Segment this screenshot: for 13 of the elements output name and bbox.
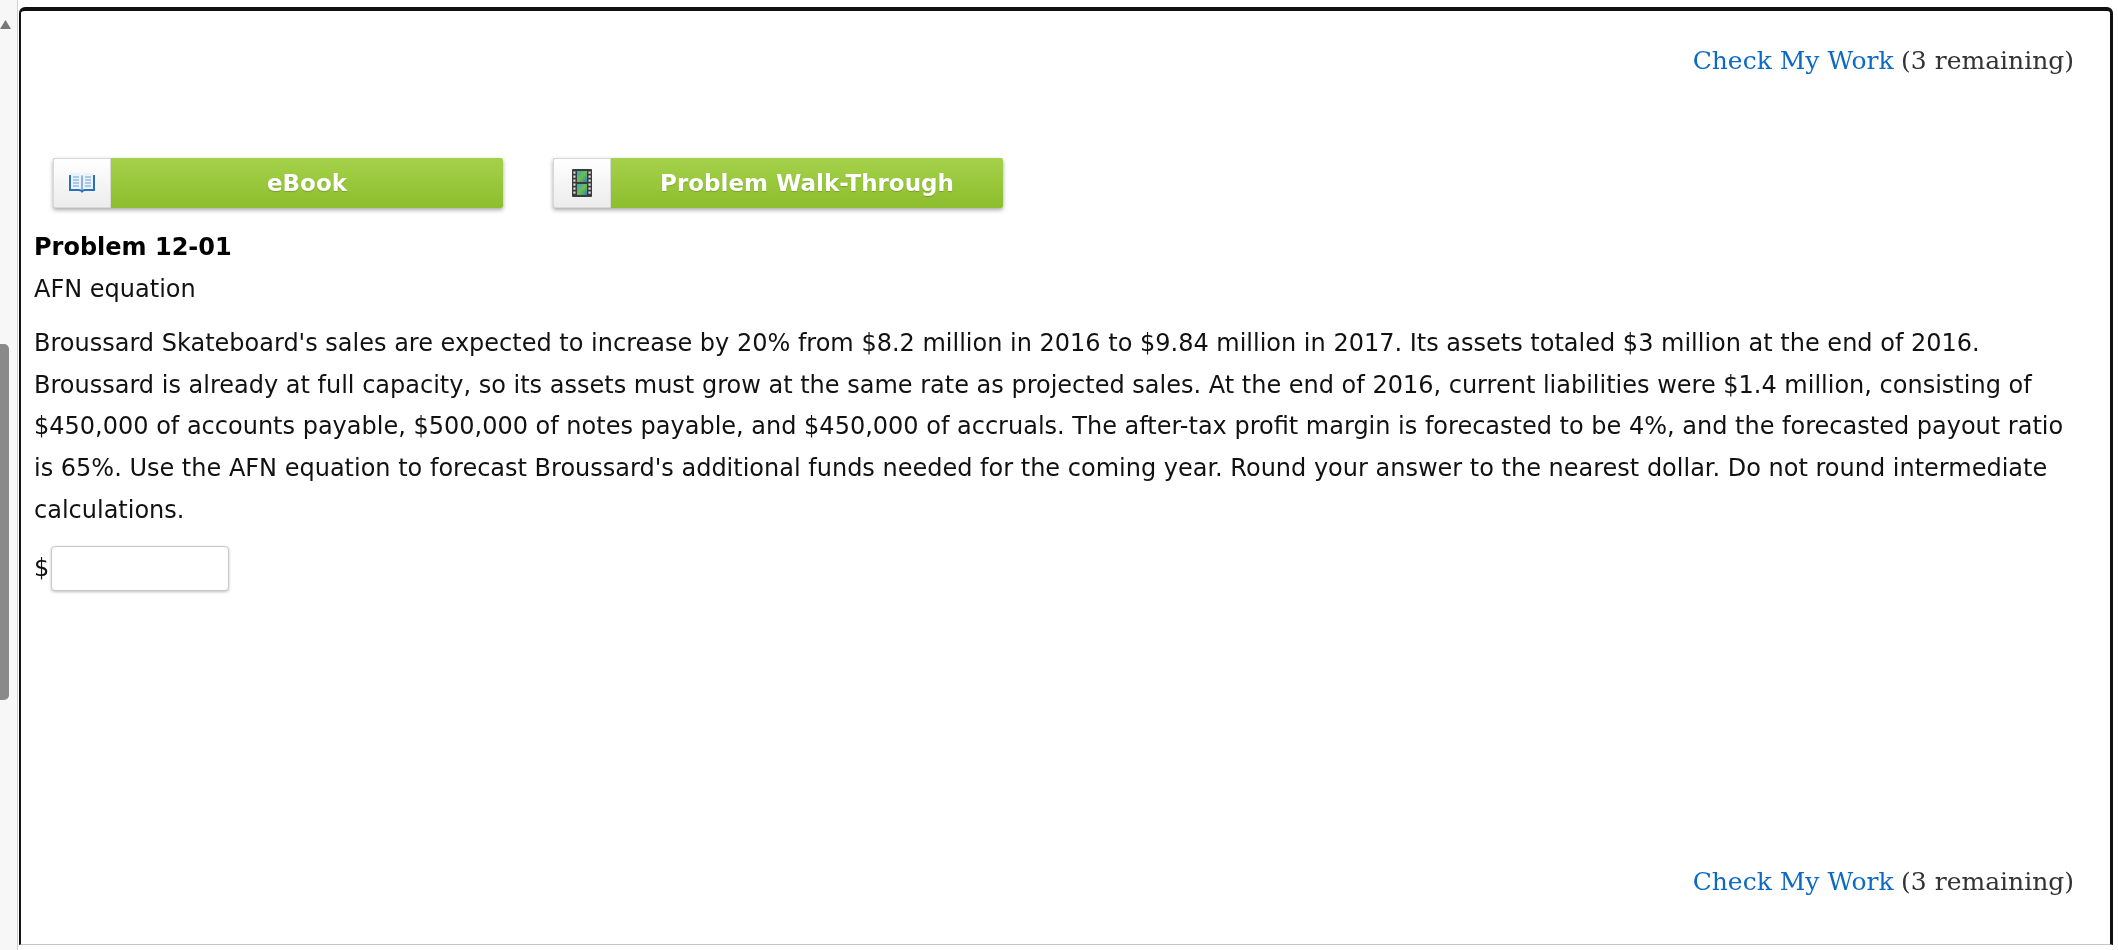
problem-text: Broussard Skateboard's sales are expected to increase by 20% from $8.2 million in 2016 to $9.84 million in 2017. Its assets totaled $3 million at the end of 2016. Broussard is already at full capacity, so its assets must grow at the same rate as projected sales. At the end of 2016, current liabilities were $1.4 million, consisting of $450,000 of accounts payable, $500,000 of notes payable, and $450,000 of accruals. The after-tax profit margin is forecasted to be 4%, and the forecasted payout ratio is 65%. Use the AFN equation to forecast Broussard's additional funds needed for the coming year. Round your answer to the nearest dollar. Do not round intermediate calculations. <box>34 328 2065 526</box>
top-check-work-link[interactable]: Check My Work <box>1692 46 1894 76</box>
scroll-up-arrow-icon[interactable] <box>0 19 11 30</box>
bottom-remaining-count: (3 remaining) <box>1901 867 2074 897</box>
problem-title: Problem 12-01 <box>34 232 233 263</box>
book-icon <box>68 172 96 194</box>
scrollbar-thumb[interactable] <box>0 344 9 700</box>
currency-symbol: $ <box>34 554 50 582</box>
top-remaining-count: (3 remaining) <box>1901 46 2074 76</box>
film-strip-icon <box>572 169 592 197</box>
answer-field[interactable] <box>51 545 230 591</box>
problem-subtitle: AFN equation <box>34 274 197 305</box>
bottom-check-work-link[interactable]: Check My Work <box>1692 867 1894 897</box>
